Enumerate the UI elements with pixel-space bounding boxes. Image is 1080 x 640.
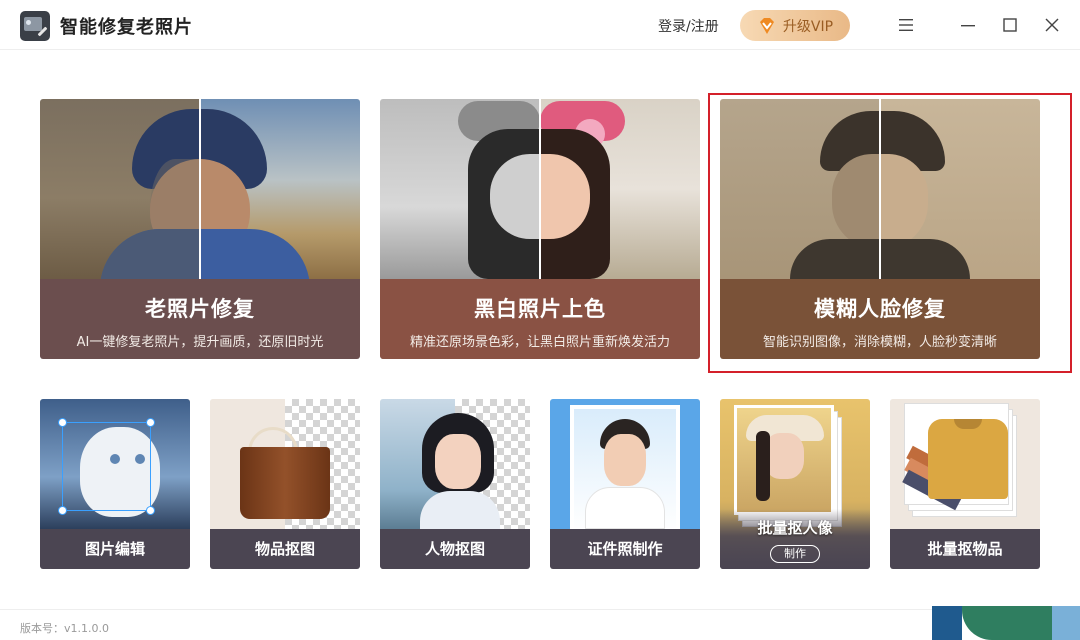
person-cutout-preview: [380, 399, 530, 529]
close-icon[interactable]: [1039, 12, 1065, 38]
app-window: 智能修复老照片 登录/注册 升级VIP 老照片修复 AI一键修复老照片，提升画质…: [0, 0, 1080, 640]
feature-card-old-photo-repair[interactable]: 老照片修复 AI一键修复老照片，提升画质，还原旧时光: [40, 99, 360, 359]
tool-label: 批量抠人像: [757, 519, 833, 537]
tool-label: 图片编辑: [40, 529, 190, 569]
image-edit-preview: [40, 399, 190, 529]
tool-label: 批量抠物品: [890, 529, 1040, 569]
face-restore-caption: 模糊人脸修复 智能识别图像，消除模糊，人脸秒变清晰: [720, 279, 1040, 359]
object-cutout-preview: [210, 399, 360, 529]
tool-card-batch-object[interactable]: 批量抠物品: [890, 399, 1040, 569]
tool-card-image-edit[interactable]: 图片编辑: [40, 399, 190, 569]
feature-title: 模糊人脸修复: [814, 297, 946, 321]
app-title: 智能修复老照片: [60, 17, 193, 38]
feature-subtitle: AI一键修复老照片，提升画质，还原旧时光: [76, 335, 324, 350]
feature-title: 老照片修复: [145, 297, 255, 321]
tool-label: 物品抠图: [210, 529, 360, 569]
tool-card-person-cutout[interactable]: 人物抠图: [380, 399, 530, 569]
feature-card-face-restore[interactable]: 模糊人脸修复 智能识别图像，消除模糊，人脸秒变清晰: [720, 99, 1040, 359]
feature-subtitle: 智能识别图像，消除模糊，人脸秒变清晰: [762, 335, 997, 350]
upgrade-vip-label: 升级VIP: [782, 18, 834, 35]
login-register-link[interactable]: 登录/注册: [658, 16, 719, 36]
corner-logo-image: [932, 606, 1080, 640]
upgrade-vip-button[interactable]: 升级VIP: [740, 10, 850, 41]
status-footer: 版本号：v1.1.0.0: [0, 609, 1080, 640]
tool-label: 人物抠图: [380, 529, 530, 569]
colorize-caption: 黑白照片上色 精准还原场景色彩，让黑白照片重新焕发活力: [380, 279, 700, 359]
maximize-icon[interactable]: [997, 12, 1023, 38]
tool-card-id-photo[interactable]: 证件照制作: [550, 399, 700, 569]
old-photo-caption: 老照片修复 AI一键修复老照片，提升画质，还原旧时光: [40, 279, 360, 359]
minimize-icon[interactable]: [955, 12, 981, 38]
app-logo-icon: [20, 11, 50, 41]
tool-card-object-cutout[interactable]: 物品抠图: [210, 399, 360, 569]
id-photo-preview: [550, 399, 700, 529]
version-label: 版本号：v1.1.0.0: [20, 622, 109, 635]
tool-card-batch-portrait[interactable]: 批量抠人像 制作: [720, 399, 870, 569]
feature-title: 黑白照片上色: [474, 297, 606, 321]
feature-card-colorize[interactable]: 黑白照片上色 精准还原场景色彩，让黑白照片重新焕发活力: [380, 99, 700, 359]
face-restore-preview-image: [720, 99, 1040, 279]
feature-subtitle: 精准还原场景色彩，让黑白照片重新焕发活力: [409, 335, 670, 350]
old-photo-preview-image: [40, 99, 360, 279]
batch-object-preview: [890, 399, 1040, 529]
vip-diamond-icon: [757, 16, 777, 36]
make-button[interactable]: 制作: [770, 545, 820, 563]
title-bar: 智能修复老照片 登录/注册 升级VIP: [0, 0, 1080, 50]
colorize-preview-image: [380, 99, 700, 279]
tool-label: 证件照制作: [550, 529, 700, 569]
menu-icon[interactable]: [893, 12, 919, 38]
